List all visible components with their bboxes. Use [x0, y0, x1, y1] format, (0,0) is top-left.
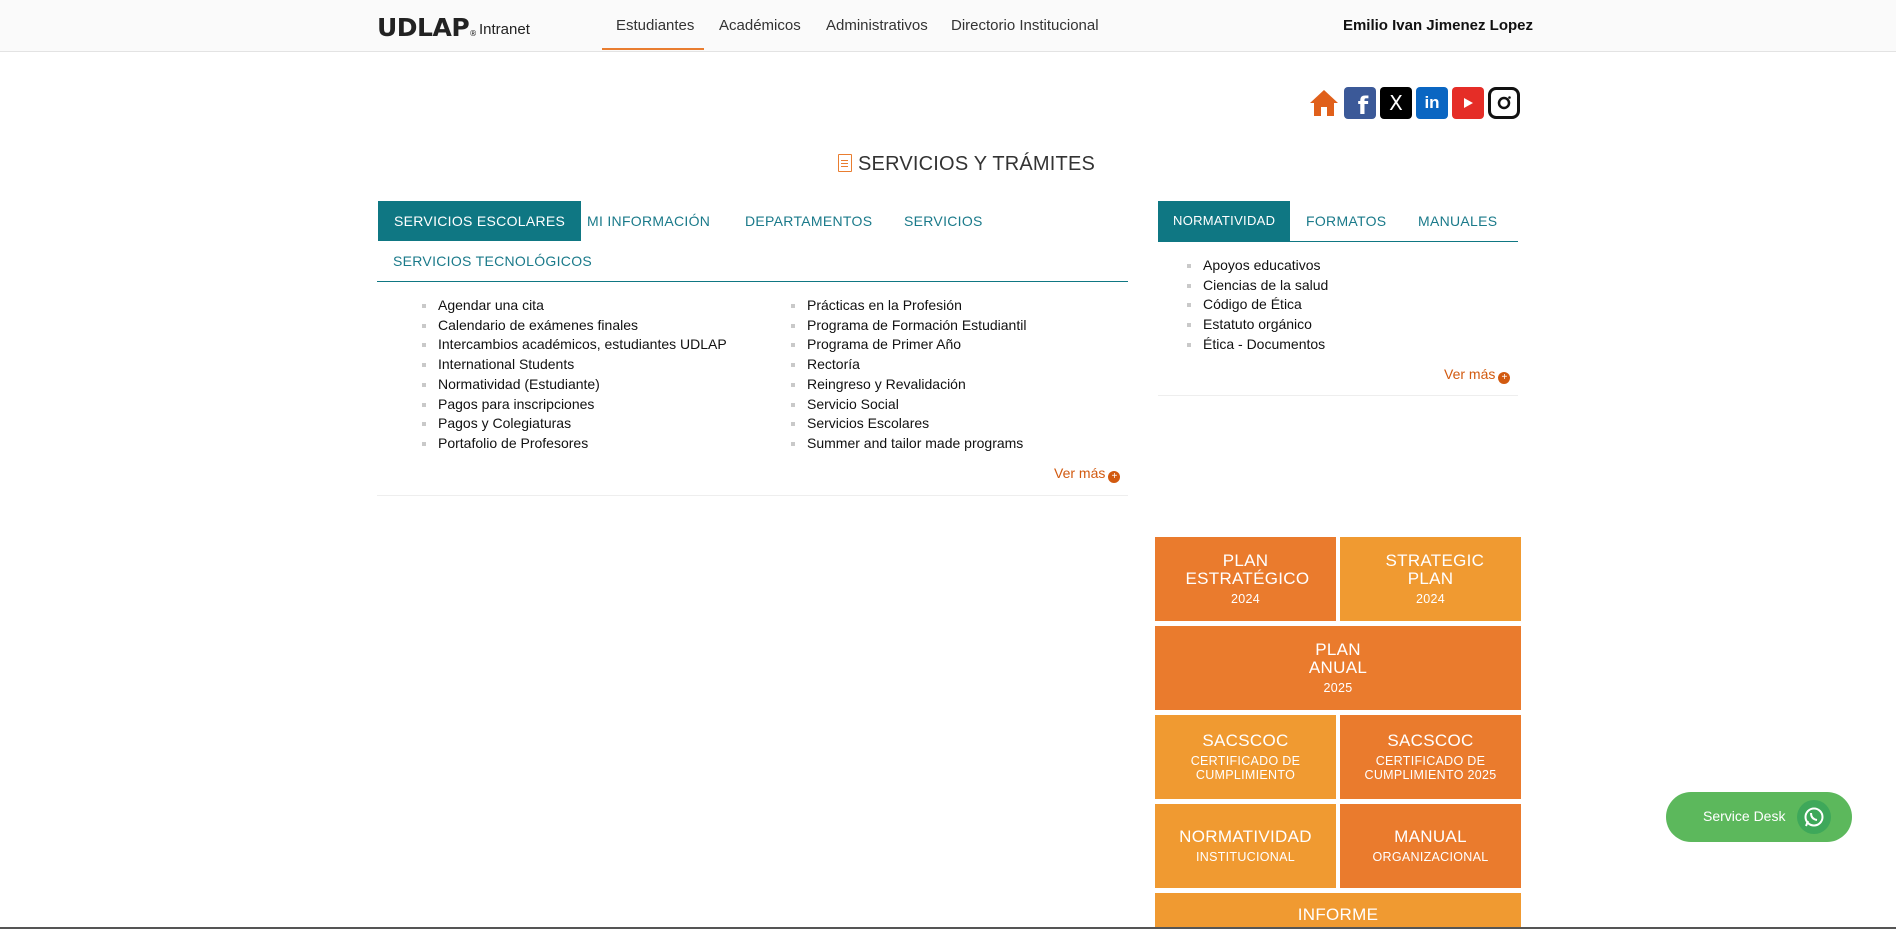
youtube-icon[interactable]: [1452, 87, 1484, 119]
list-item[interactable]: Prácticas en la Profesión: [791, 296, 1026, 316]
nav-administrativos[interactable]: Administrativos: [826, 17, 928, 34]
social-links: f X in: [1308, 87, 1520, 121]
udlap-logo[interactable]: UDLAP®: [377, 13, 477, 42]
linkedin-icon[interactable]: in: [1416, 87, 1448, 119]
tab-departamentos[interactable]: DEPARTAMENTOS: [745, 213, 872, 229]
normatividad-list: Apoyos educativos Ciencias de la salud C…: [1187, 256, 1328, 355]
nav-estudiantes[interactable]: Estudiantes: [616, 17, 694, 34]
list-item[interactable]: Pagos y Colegiaturas: [422, 414, 727, 434]
left-tabs-underline: [377, 281, 1128, 282]
list-item[interactable]: Ciencias de la salud: [1187, 276, 1328, 296]
top-navbar: UDLAP® Intranet Estudiantes Académicos A…: [0, 0, 1896, 52]
list-item[interactable]: Ética - Documentos: [1187, 335, 1328, 355]
tab-servicios[interactable]: SERVICIOS: [904, 213, 983, 229]
list-item[interactable]: Apoyos educativos: [1187, 256, 1328, 276]
tile-title: PLAN ANUAL: [1308, 640, 1368, 677]
home-icon[interactable]: [1308, 87, 1340, 119]
ver-mas-label: Ver más: [1444, 366, 1496, 382]
list-item[interactable]: Servicios Escolares: [791, 414, 1026, 434]
whatsapp-icon: [1797, 800, 1831, 834]
nav-academicos[interactable]: Académicos: [719, 17, 801, 34]
document-icon: [838, 154, 852, 172]
list-item[interactable]: Normatividad (Estudiante): [422, 375, 727, 395]
logo-text: UDLAP: [377, 13, 470, 42]
tab-normatividad[interactable]: NORMATIVIDAD: [1158, 201, 1291, 241]
list-item[interactable]: Servicio Social: [791, 395, 1026, 415]
section-title: SERVICIOS Y TRÁMITES: [838, 153, 1095, 176]
tile-subtitle: 2024: [1230, 592, 1260, 606]
tile-title: NORMATIVIDAD: [1179, 827, 1312, 846]
tile-title: SACSCOC: [1202, 731, 1289, 750]
instagram-icon[interactable]: [1488, 87, 1520, 119]
tile-strategic-plan[interactable]: STRATEGIC PLAN 2024: [1340, 537, 1521, 621]
tab-mi-informacion[interactable]: MI INFORMACIÓN: [587, 213, 710, 229]
tile-subtitle: 2025: [1323, 681, 1353, 695]
user-name[interactable]: Emilio Ivan Jimenez Lopez: [1343, 17, 1533, 34]
intranet-label: Intranet: [479, 21, 530, 38]
tile-informe[interactable]: INFORME: [1155, 893, 1521, 927]
divider: [1158, 395, 1518, 396]
tab-manuales[interactable]: MANUALES: [1418, 213, 1497, 229]
section-title-text: SERVICIOS Y TRÁMITES: [858, 153, 1096, 175]
list-item[interactable]: Intercambios académicos, estudiantes UDL…: [422, 335, 727, 355]
tile-subtitle: ORGANIZACIONAL: [1372, 850, 1489, 864]
tile-subtitle: CERTIFICADO DE CUMPLIMIENTO 2025: [1364, 754, 1497, 782]
tile-subtitle: 2024: [1415, 592, 1445, 606]
tile-subtitle: CERTIFICADO DE CUMPLIMIENTO: [1190, 754, 1301, 782]
list-item[interactable]: Programa de Primer Año: [791, 335, 1026, 355]
ver-mas-label: Ver más: [1054, 465, 1106, 481]
tile-title: MANUAL: [1394, 827, 1467, 846]
tile-plan-estrategico[interactable]: PLAN ESTRATÉGICO 2024: [1155, 537, 1336, 621]
nav-active-indicator: [602, 48, 704, 50]
list-item[interactable]: Programa de Formación Estudiantil: [791, 316, 1026, 336]
plus-circle-icon: +: [1108, 471, 1121, 483]
tile-title: PLAN ESTRATÉGICO: [1185, 551, 1310, 588]
ver-mas-link-right[interactable]: Ver más +: [1444, 366, 1511, 384]
list-item[interactable]: Estatuto orgánico: [1187, 315, 1328, 335]
facebook-icon[interactable]: f: [1344, 87, 1376, 120]
tile-title: INFORME: [1297, 905, 1379, 924]
tile-subtitle: INSTITUCIONAL: [1195, 850, 1296, 864]
divider: [377, 495, 1128, 496]
right-tabs-underline: [1158, 241, 1518, 242]
tile-sacscoc-certificado-2025[interactable]: SACSCOC CERTIFICADO DE CUMPLIMIENTO 2025: [1340, 715, 1521, 799]
nav-directorio[interactable]: Directorio Institucional: [951, 17, 1099, 34]
ver-mas-link-left[interactable]: Ver más +: [1054, 465, 1121, 483]
list-item[interactable]: Calendario de exámenes finales: [422, 316, 727, 336]
tile-title: STRATEGIC PLAN: [1385, 551, 1485, 588]
service-desk-button[interactable]: Service Desk: [1666, 792, 1852, 842]
list-item[interactable]: Portafolio de Profesores: [422, 434, 727, 454]
list-item[interactable]: Summer and tailor made programs: [791, 434, 1026, 454]
list-item[interactable]: Agendar una cita: [422, 296, 727, 316]
tile-plan-anual[interactable]: PLAN ANUAL 2025: [1155, 626, 1521, 710]
services-list-col2: Prácticas en la Profesión Programa de Fo…: [791, 296, 1026, 454]
tile-manual-organizacional[interactable]: MANUAL ORGANIZACIONAL: [1340, 804, 1521, 888]
services-list-col1: Agendar una cita Calendario de exámenes …: [422, 296, 727, 454]
tab-servicios-escolares[interactable]: SERVICIOS ESCOLARES: [378, 201, 582, 241]
tab-formatos[interactable]: FORMATOS: [1306, 213, 1386, 229]
tile-title: SACSCOC: [1387, 731, 1474, 750]
list-item[interactable]: Pagos para inscripciones: [422, 395, 727, 415]
list-item[interactable]: International Students: [422, 355, 727, 375]
tile-sacscoc-certificado[interactable]: SACSCOC CERTIFICADO DE CUMPLIMIENTO: [1155, 715, 1336, 799]
tile-normatividad-institucional[interactable]: NORMATIVIDAD INSTITUCIONAL: [1155, 804, 1336, 888]
list-item[interactable]: Código de Ética: [1187, 295, 1328, 315]
plus-circle-icon: +: [1498, 372, 1511, 384]
list-item[interactable]: Reingreso y Revalidación: [791, 375, 1026, 395]
x-icon[interactable]: X: [1380, 87, 1412, 119]
list-item[interactable]: Rectoría: [791, 355, 1026, 375]
logo-mark: ®: [469, 29, 477, 38]
service-desk-label: Service Desk: [1703, 808, 1786, 824]
tab-servicios-tecnologicos[interactable]: SERVICIOS TECNOLÓGICOS: [393, 253, 592, 269]
